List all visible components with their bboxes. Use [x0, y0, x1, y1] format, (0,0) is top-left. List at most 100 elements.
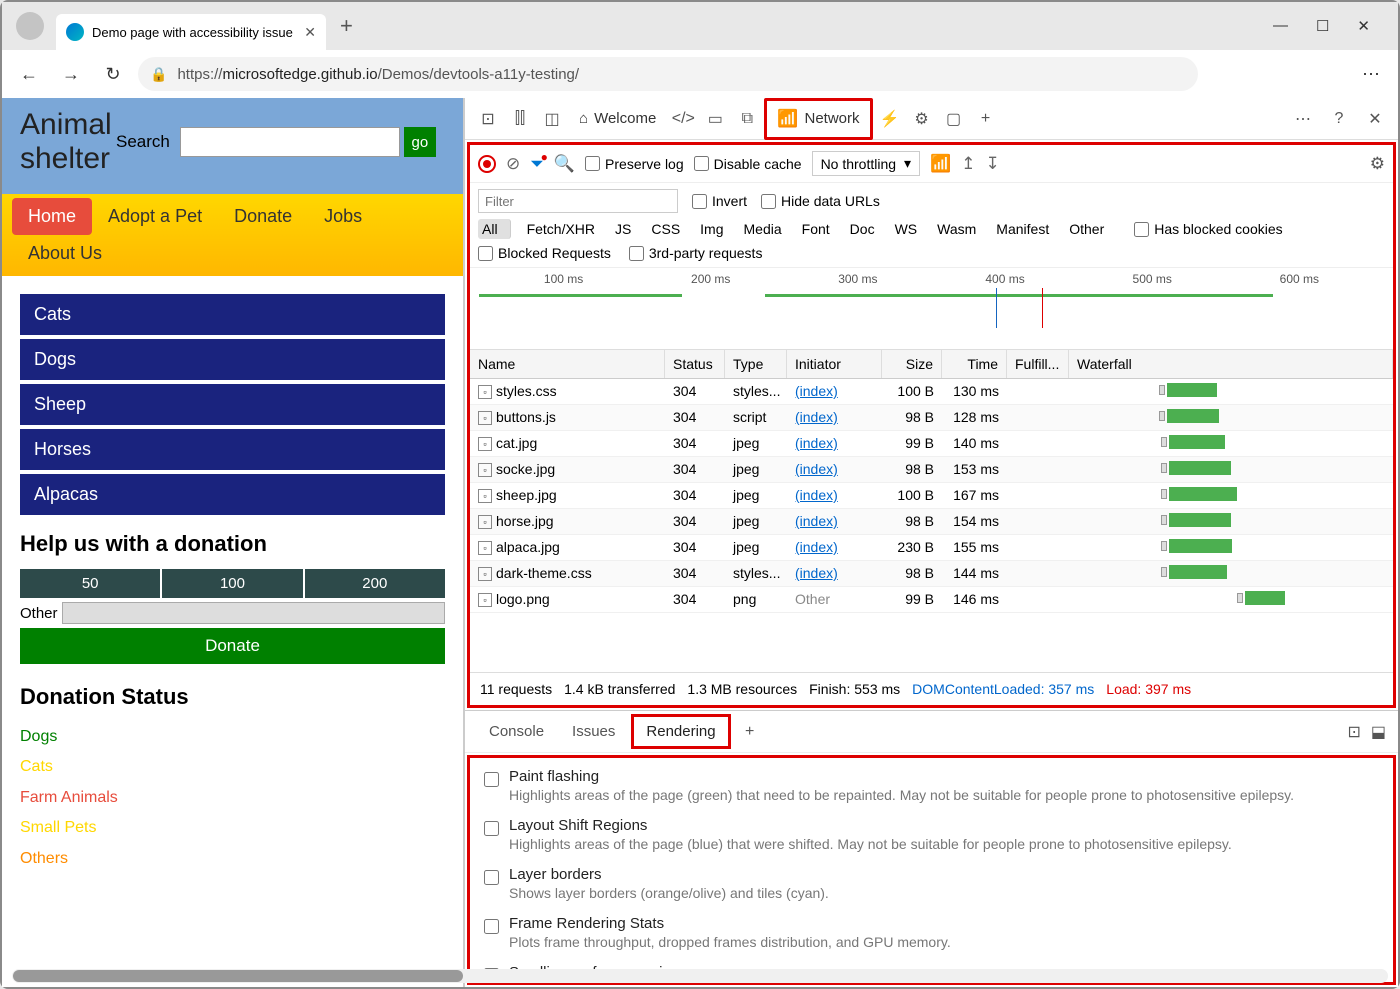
filter-input[interactable]: [478, 189, 678, 213]
network-table: Name Status Type Initiator Size Time Ful…: [470, 350, 1393, 672]
profile-icon[interactable]: [16, 12, 44, 40]
category-horses[interactable]: Horses: [20, 429, 445, 470]
hide-urls-checkbox[interactable]: Hide data URLs: [761, 193, 880, 209]
elements-icon[interactable]: </>: [668, 104, 698, 134]
settings-icon[interactable]: ⚙: [1370, 154, 1385, 174]
add-tab-icon[interactable]: +: [971, 104, 1001, 134]
tier-200[interactable]: 200: [305, 569, 445, 598]
device-icon[interactable]: ⫿⫿: [505, 104, 535, 134]
sources-icon[interactable]: ⧉: [732, 104, 762, 134]
horizontal-scrollbar[interactable]: [12, 969, 1388, 983]
table-row[interactable]: ▫buttons.js304script(index)98 B128 ms: [470, 405, 1393, 431]
more-icon[interactable]: ⋯: [1354, 57, 1388, 91]
other-input[interactable]: [62, 602, 445, 624]
throttling-select[interactable]: No throttling▾: [812, 151, 921, 176]
filter-icon[interactable]: ⏷: [530, 154, 544, 174]
filter-type-media[interactable]: Media: [740, 219, 786, 239]
status-title: Donation Status: [20, 684, 445, 710]
nav-item-about-us[interactable]: About Us: [12, 235, 118, 272]
refresh-button[interactable]: ↻: [96, 57, 130, 91]
drawer-tab-rendering[interactable]: Rendering: [631, 714, 730, 749]
rendering-option[interactable]: Frame Rendering StatsPlots frame through…: [484, 915, 1379, 950]
help-icon[interactable]: ?: [1324, 104, 1354, 134]
filter-type-all[interactable]: All: [478, 219, 511, 239]
filter-type-doc[interactable]: Doc: [846, 219, 879, 239]
more-tools-icon[interactable]: ⋯: [1288, 104, 1318, 134]
application-icon[interactable]: ▢: [939, 104, 969, 134]
nav-item-donate[interactable]: Donate: [218, 198, 308, 235]
category-sheep[interactable]: Sheep: [20, 384, 445, 425]
close-devtools-icon[interactable]: ✕: [1360, 104, 1390, 134]
filter-type-js[interactable]: JS: [611, 219, 635, 239]
dock-drawer-icon[interactable]: ⬓: [1371, 722, 1386, 742]
rendering-option[interactable]: Paint flashingHighlights areas of the pa…: [484, 768, 1379, 803]
table-row[interactable]: ▫dark-theme.css304styles...(index)98 B14…: [470, 561, 1393, 587]
nav-item-adopt-a-pet[interactable]: Adopt a Pet: [92, 198, 218, 235]
donate-button[interactable]: Donate: [20, 628, 445, 664]
rendering-option[interactable]: Layer bordersShows layer borders (orange…: [484, 866, 1379, 901]
address-bar[interactable]: 🔒 https://microsoftedge.github.io/Demos/…: [138, 57, 1198, 91]
tab-welcome[interactable]: ⌂ Welcome: [569, 102, 666, 135]
timeline-overview[interactable]: 100 ms200 ms300 ms400 ms500 ms600 ms: [470, 268, 1393, 350]
add-drawer-tab-icon[interactable]: +: [735, 717, 765, 747]
filter-type-img[interactable]: Img: [696, 219, 727, 239]
table-row[interactable]: ▫sheep.jpg304jpeg(index)100 B167 ms: [470, 483, 1393, 509]
preserve-log-checkbox[interactable]: Preserve log: [585, 156, 684, 172]
filter-type-other[interactable]: Other: [1065, 219, 1108, 239]
tab-network[interactable]: 📶Network: [764, 98, 872, 140]
browser-tab[interactable]: Demo page with accessibility issue ✕: [56, 14, 326, 50]
close-window-icon[interactable]: ✕: [1357, 17, 1370, 35]
network-conditions-icon[interactable]: 📶: [930, 154, 951, 174]
filter-type-wasm[interactable]: Wasm: [933, 219, 980, 239]
page-content: Animal shelter Search go HomeAdopt a Pet…: [2, 98, 464, 987]
clear-icon[interactable]: ⊘: [506, 154, 520, 174]
tier-100[interactable]: 100: [162, 569, 302, 598]
dock-icon[interactable]: ◫: [537, 104, 567, 134]
table-row[interactable]: ▫horse.jpg304jpeg(index)98 B154 ms: [470, 509, 1393, 535]
console-icon[interactable]: ▭: [700, 104, 730, 134]
nav-item-jobs[interactable]: Jobs: [308, 198, 378, 235]
filter-type-font[interactable]: Font: [798, 219, 834, 239]
table-row[interactable]: ▫alpaca.jpg304jpeg(index)230 B155 ms: [470, 535, 1393, 561]
table-row[interactable]: ▫socke.jpg304jpeg(index)98 B153 ms: [470, 457, 1393, 483]
third-party-checkbox[interactable]: 3rd-party requests: [629, 245, 763, 261]
back-button[interactable]: ←: [12, 57, 46, 91]
table-row[interactable]: ▫logo.png304pngOther99 B146 ms: [470, 587, 1393, 613]
filter-type-css[interactable]: CSS: [647, 219, 684, 239]
scrollbar-thumb[interactable]: [13, 970, 463, 982]
performance-icon[interactable]: ⚡: [875, 104, 905, 134]
new-tab-button[interactable]: +: [340, 13, 353, 39]
filter-type-fetch-xhr[interactable]: Fetch/XHR: [523, 219, 599, 239]
inspect-icon[interactable]: ⊡: [473, 104, 503, 134]
maximize-icon[interactable]: ☐: [1316, 17, 1329, 35]
go-button[interactable]: go: [404, 127, 436, 157]
page-header: Animal shelter Search go: [2, 98, 463, 194]
drawer-tab-issues[interactable]: Issues: [560, 717, 627, 746]
forward-button[interactable]: →: [54, 57, 88, 91]
disable-cache-checkbox[interactable]: Disable cache: [694, 156, 802, 172]
table-row[interactable]: ▫styles.css304styles...(index)100 B130 m…: [470, 379, 1393, 405]
tier-50[interactable]: 50: [20, 569, 160, 598]
nav-item-home[interactable]: Home: [12, 198, 92, 235]
category-dogs[interactable]: Dogs: [20, 339, 445, 380]
export-icon[interactable]: ↧: [986, 154, 1000, 174]
category-alpacas[interactable]: Alpacas: [20, 474, 445, 515]
search-input[interactable]: [180, 127, 400, 157]
import-icon[interactable]: ↥: [961, 154, 975, 174]
drawer-tab-console[interactable]: Console: [477, 717, 556, 746]
blocked-requests-checkbox[interactable]: Blocked Requests: [478, 245, 611, 261]
category-cats[interactable]: Cats: [20, 294, 445, 335]
filter-type-manifest[interactable]: Manifest: [992, 219, 1053, 239]
table-header[interactable]: Name Status Type Initiator Size Time Ful…: [470, 350, 1393, 379]
table-row[interactable]: ▫cat.jpg304jpeg(index)99 B140 ms: [470, 431, 1393, 457]
rendering-option[interactable]: Layout Shift RegionsHighlights areas of …: [484, 817, 1379, 852]
memory-icon[interactable]: ⚙: [907, 104, 937, 134]
close-icon[interactable]: ✕: [304, 24, 316, 41]
invert-checkbox[interactable]: Invert: [692, 193, 747, 209]
record-button[interactable]: [478, 155, 496, 173]
minimize-icon[interactable]: —: [1273, 17, 1288, 35]
filter-type-ws[interactable]: WS: [891, 219, 922, 239]
search-icon[interactable]: 🔍: [554, 154, 575, 174]
blocked-cookies-checkbox[interactable]: Has blocked cookies: [1134, 221, 1282, 237]
expand-icon[interactable]: ⊡: [1347, 722, 1360, 742]
